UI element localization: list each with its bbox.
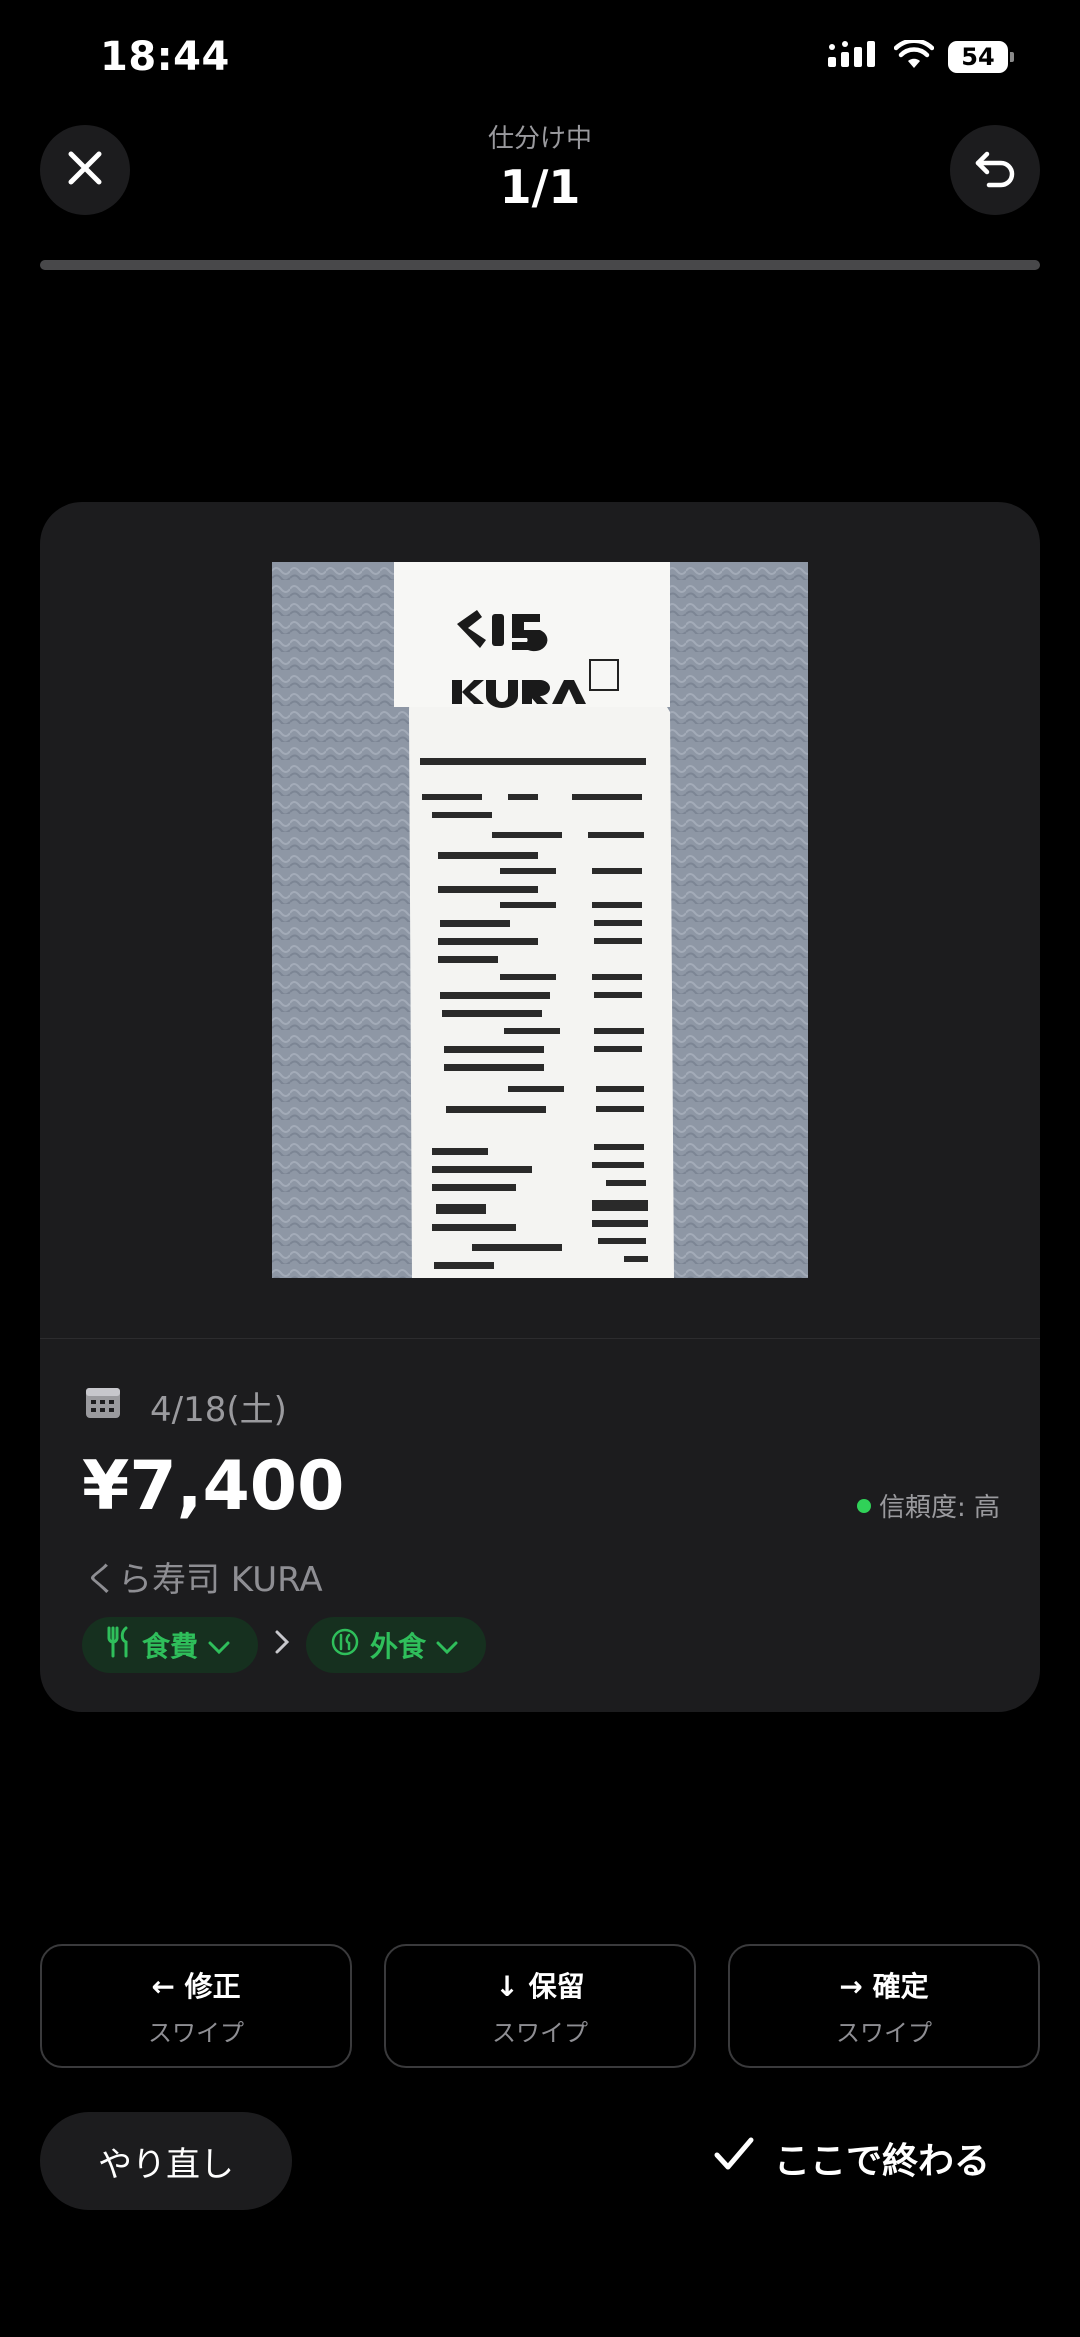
- subcategory-label: 外食: [370, 1630, 427, 1663]
- merchant-name[interactable]: くら寿司 KURA: [84, 1552, 323, 1601]
- edit-hint: スワイプ: [148, 2018, 244, 2047]
- wifi-icon: [893, 38, 935, 74]
- header-subtitle: 仕分け中: [487, 124, 592, 154]
- receipt-photo: [272, 562, 808, 1278]
- category-chips: 食費 外食: [82, 1617, 487, 1673]
- dining-icon: [330, 1627, 360, 1664]
- confirm-hint: スワイプ: [836, 2018, 932, 2047]
- date-row: 4/18(土): [84, 1382, 287, 1431]
- confirm-label: → 確定: [839, 1969, 929, 2003]
- battery-icon: 54: [948, 41, 1014, 73]
- redo-label: やり直し: [98, 2144, 234, 2185]
- subcategory-chip[interactable]: 外食: [306, 1617, 487, 1673]
- status-icons: 54: [828, 38, 1014, 74]
- confidence-dot-icon: [856, 1498, 871, 1513]
- status-time: 18:44: [100, 34, 230, 80]
- hold-hint: スワイプ: [492, 2018, 588, 2047]
- edit-label: ← 修正: [151, 1969, 241, 2003]
- receipt-card[interactable]: 4/18(土) ¥7,400 信頼度: 高 くら寿司 KURA 食費 外食: [40, 502, 1040, 1712]
- edit-swipe-button[interactable]: ← 修正 スワイプ: [40, 1944, 352, 2068]
- checkmark-icon: [714, 2137, 754, 2180]
- progress-bar: [40, 260, 1040, 270]
- hold-swipe-button[interactable]: ↓ 保留 スワイプ: [384, 1944, 696, 2068]
- confidence-badge: 信頼度: 高: [856, 1487, 1000, 1524]
- hold-label: ↓ 保留: [495, 1969, 585, 2003]
- receipt-date[interactable]: 4/18(土): [150, 1382, 287, 1431]
- undo-button[interactable]: [950, 125, 1040, 215]
- category-label: 食費: [142, 1630, 199, 1663]
- finish-label: ここで終わる: [773, 2141, 990, 2182]
- signal-icon: [828, 41, 880, 73]
- card-divider: [40, 1338, 1040, 1339]
- utensils-icon: [106, 1626, 132, 1665]
- calendar-icon: [84, 1384, 122, 1429]
- redo-button[interactable]: やり直し: [40, 2112, 292, 2210]
- confidence-label: 信頼度: 高: [878, 1493, 1000, 1523]
- receipt-illustration: [272, 562, 808, 1278]
- battery-level: 54: [961, 43, 995, 71]
- confirm-swipe-button[interactable]: → 確定 スワイプ: [728, 1944, 1040, 2068]
- chevron-down-icon: [208, 1629, 230, 1662]
- undo-icon: [973, 148, 1017, 192]
- chevron-down-icon: [436, 1629, 458, 1662]
- progress-fill: [40, 260, 1040, 270]
- finish-button[interactable]: ここで終わる: [714, 2132, 990, 2184]
- category-chip[interactable]: 食費: [82, 1617, 259, 1673]
- chevron-right-icon: [274, 1628, 290, 1663]
- page-title: 1/1: [499, 160, 581, 214]
- receipt-amount[interactable]: ¥7,400: [82, 1447, 344, 1526]
